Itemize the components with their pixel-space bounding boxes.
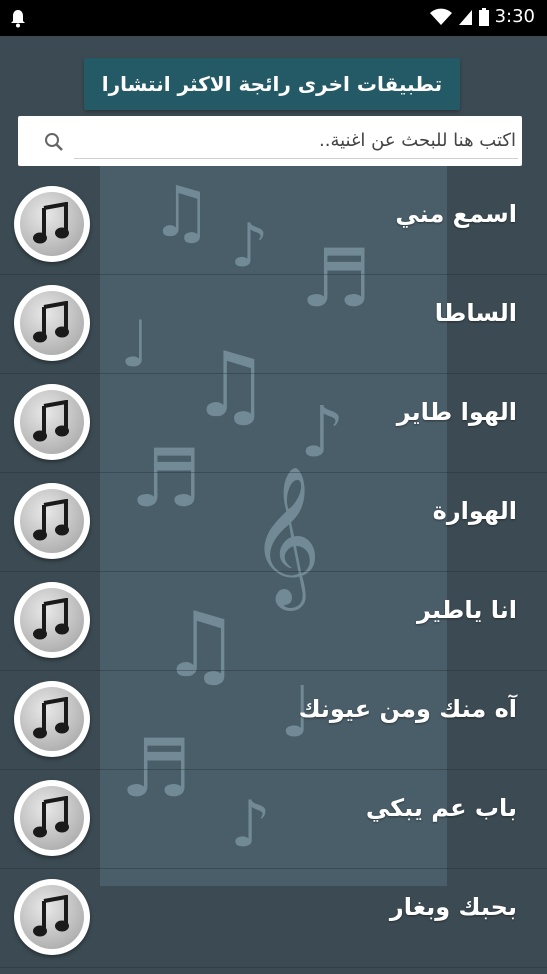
list-item[interactable]: الهوا طاير bbox=[0, 374, 547, 473]
list-item[interactable]: الهوارة bbox=[0, 473, 547, 572]
song-title: اسمع مني bbox=[395, 200, 517, 228]
song-title: انا ياطير bbox=[417, 596, 517, 624]
search-input[interactable] bbox=[74, 122, 518, 159]
music-note-icon bbox=[33, 301, 69, 343]
song-title: الهوا طاير bbox=[396, 398, 517, 426]
list-item[interactable]: الساطا bbox=[0, 275, 547, 374]
main-content: ♫ ♪ ♬ ♩ ♫ ♪ ♬ 𝄞 ♫ ♩ ♬ ♪ تطبيقات اخرى رائ… bbox=[0, 36, 547, 974]
song-title: باب عم يبكي bbox=[365, 794, 517, 822]
list-item[interactable]: انا ياطير bbox=[0, 572, 547, 671]
play-button[interactable] bbox=[14, 186, 90, 262]
status-time: 3:30 bbox=[494, 6, 535, 27]
play-button[interactable] bbox=[14, 483, 90, 559]
music-note-icon bbox=[33, 598, 69, 640]
search-icon[interactable] bbox=[44, 132, 64, 152]
song-title: آه منك ومن عيونك bbox=[298, 695, 517, 723]
play-button[interactable] bbox=[14, 582, 90, 658]
list-item[interactable]: باب عم يبكي bbox=[0, 770, 547, 869]
notification-bell-icon bbox=[11, 10, 25, 28]
other-apps-banner[interactable]: تطبيقات اخرى رائجة الاكثر انتشارا bbox=[84, 58, 460, 110]
play-button[interactable] bbox=[14, 285, 90, 361]
music-note-icon bbox=[33, 400, 69, 442]
status-bar: 3:30 bbox=[0, 0, 547, 36]
music-note-icon bbox=[33, 697, 69, 739]
wifi-icon bbox=[429, 8, 452, 25]
play-button[interactable] bbox=[14, 384, 90, 460]
song-title: بحبك وبغار bbox=[389, 893, 517, 921]
list-item[interactable]: آه منك ومن عيونك bbox=[0, 671, 547, 770]
song-title: الهوارة bbox=[432, 497, 517, 525]
play-button[interactable] bbox=[14, 879, 90, 955]
battery-icon bbox=[478, 7, 489, 26]
play-button[interactable] bbox=[14, 780, 90, 856]
music-note-icon bbox=[33, 796, 69, 838]
list-item[interactable]: اسمع مني bbox=[0, 176, 547, 275]
signal-icon bbox=[458, 9, 472, 25]
songs-list: اسمع مني الساطا الهوا طاير الهوارة انا ي… bbox=[0, 176, 547, 968]
banner-label: تطبيقات اخرى رائجة الاكثر انتشارا bbox=[101, 72, 443, 96]
song-title: الساطا bbox=[434, 299, 517, 327]
play-button[interactable] bbox=[14, 681, 90, 757]
list-item[interactable]: بحبك وبغار bbox=[0, 869, 547, 968]
music-note-icon bbox=[33, 499, 69, 541]
music-note-icon bbox=[33, 202, 69, 244]
search-bar bbox=[18, 116, 522, 166]
music-note-icon bbox=[33, 895, 69, 937]
